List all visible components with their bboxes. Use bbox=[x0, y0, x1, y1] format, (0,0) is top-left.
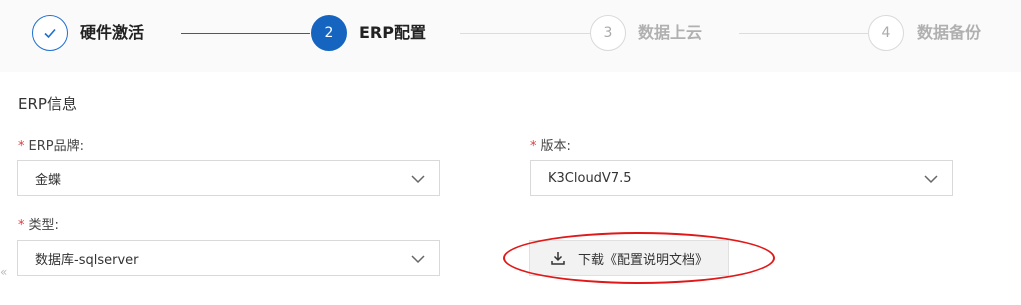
type-select[interactable]: 数据库-sqlserver bbox=[17, 240, 440, 276]
chevron-down-icon bbox=[411, 255, 425, 264]
download-config-doc-button[interactable]: 下载《配置说明文档》 bbox=[529, 240, 729, 276]
step-2-label: ERP配置 bbox=[359, 23, 426, 42]
version-value: K3CloudV7.5 bbox=[548, 170, 632, 186]
step-3-circle: 3 bbox=[590, 15, 626, 51]
version-label: * 版本: bbox=[530, 135, 571, 154]
type-label-text: 类型: bbox=[28, 218, 59, 233]
step-4-label: 数据备份 bbox=[917, 23, 982, 42]
erp-brand-value: 金蝶 bbox=[35, 172, 62, 188]
step-2-circle: 2 bbox=[311, 15, 347, 51]
required-mark: * bbox=[530, 139, 537, 154]
required-mark: * bbox=[18, 218, 25, 233]
erp-brand-label: * ERP品牌: bbox=[18, 135, 84, 154]
erp-brand-label-text: ERP品牌: bbox=[28, 139, 84, 154]
step-3-label: 数据上云 bbox=[638, 23, 703, 42]
steps-bar: 硬件激活 2 ERP配置 3 数据上云 4 数据备份 bbox=[0, 0, 1021, 72]
step-1-circle bbox=[32, 15, 68, 51]
required-mark: * bbox=[18, 139, 25, 154]
chevron-down-icon bbox=[924, 175, 938, 184]
version-select[interactable]: K3CloudV7.5 bbox=[530, 160, 953, 196]
section-title: ERP信息 bbox=[18, 95, 77, 113]
version-label-text: 版本: bbox=[540, 139, 571, 154]
collapse-sidebar-arrow[interactable]: « bbox=[0, 262, 14, 282]
step-connector-1 bbox=[181, 33, 310, 34]
chevron-down-icon bbox=[411, 175, 425, 184]
step-4-circle: 4 bbox=[868, 15, 904, 51]
type-label: * 类型: bbox=[18, 214, 59, 233]
step-1-label: 硬件激活 bbox=[80, 23, 145, 42]
erp-brand-select[interactable]: 金蝶 bbox=[17, 160, 440, 196]
step-connector-2 bbox=[460, 33, 590, 34]
step-connector-3 bbox=[739, 33, 868, 34]
type-value: 数据库-sqlserver bbox=[35, 252, 139, 268]
download-button-label: 下载《配置说明文档》 bbox=[578, 252, 709, 268]
download-icon bbox=[551, 252, 565, 265]
check-icon bbox=[44, 28, 56, 39]
